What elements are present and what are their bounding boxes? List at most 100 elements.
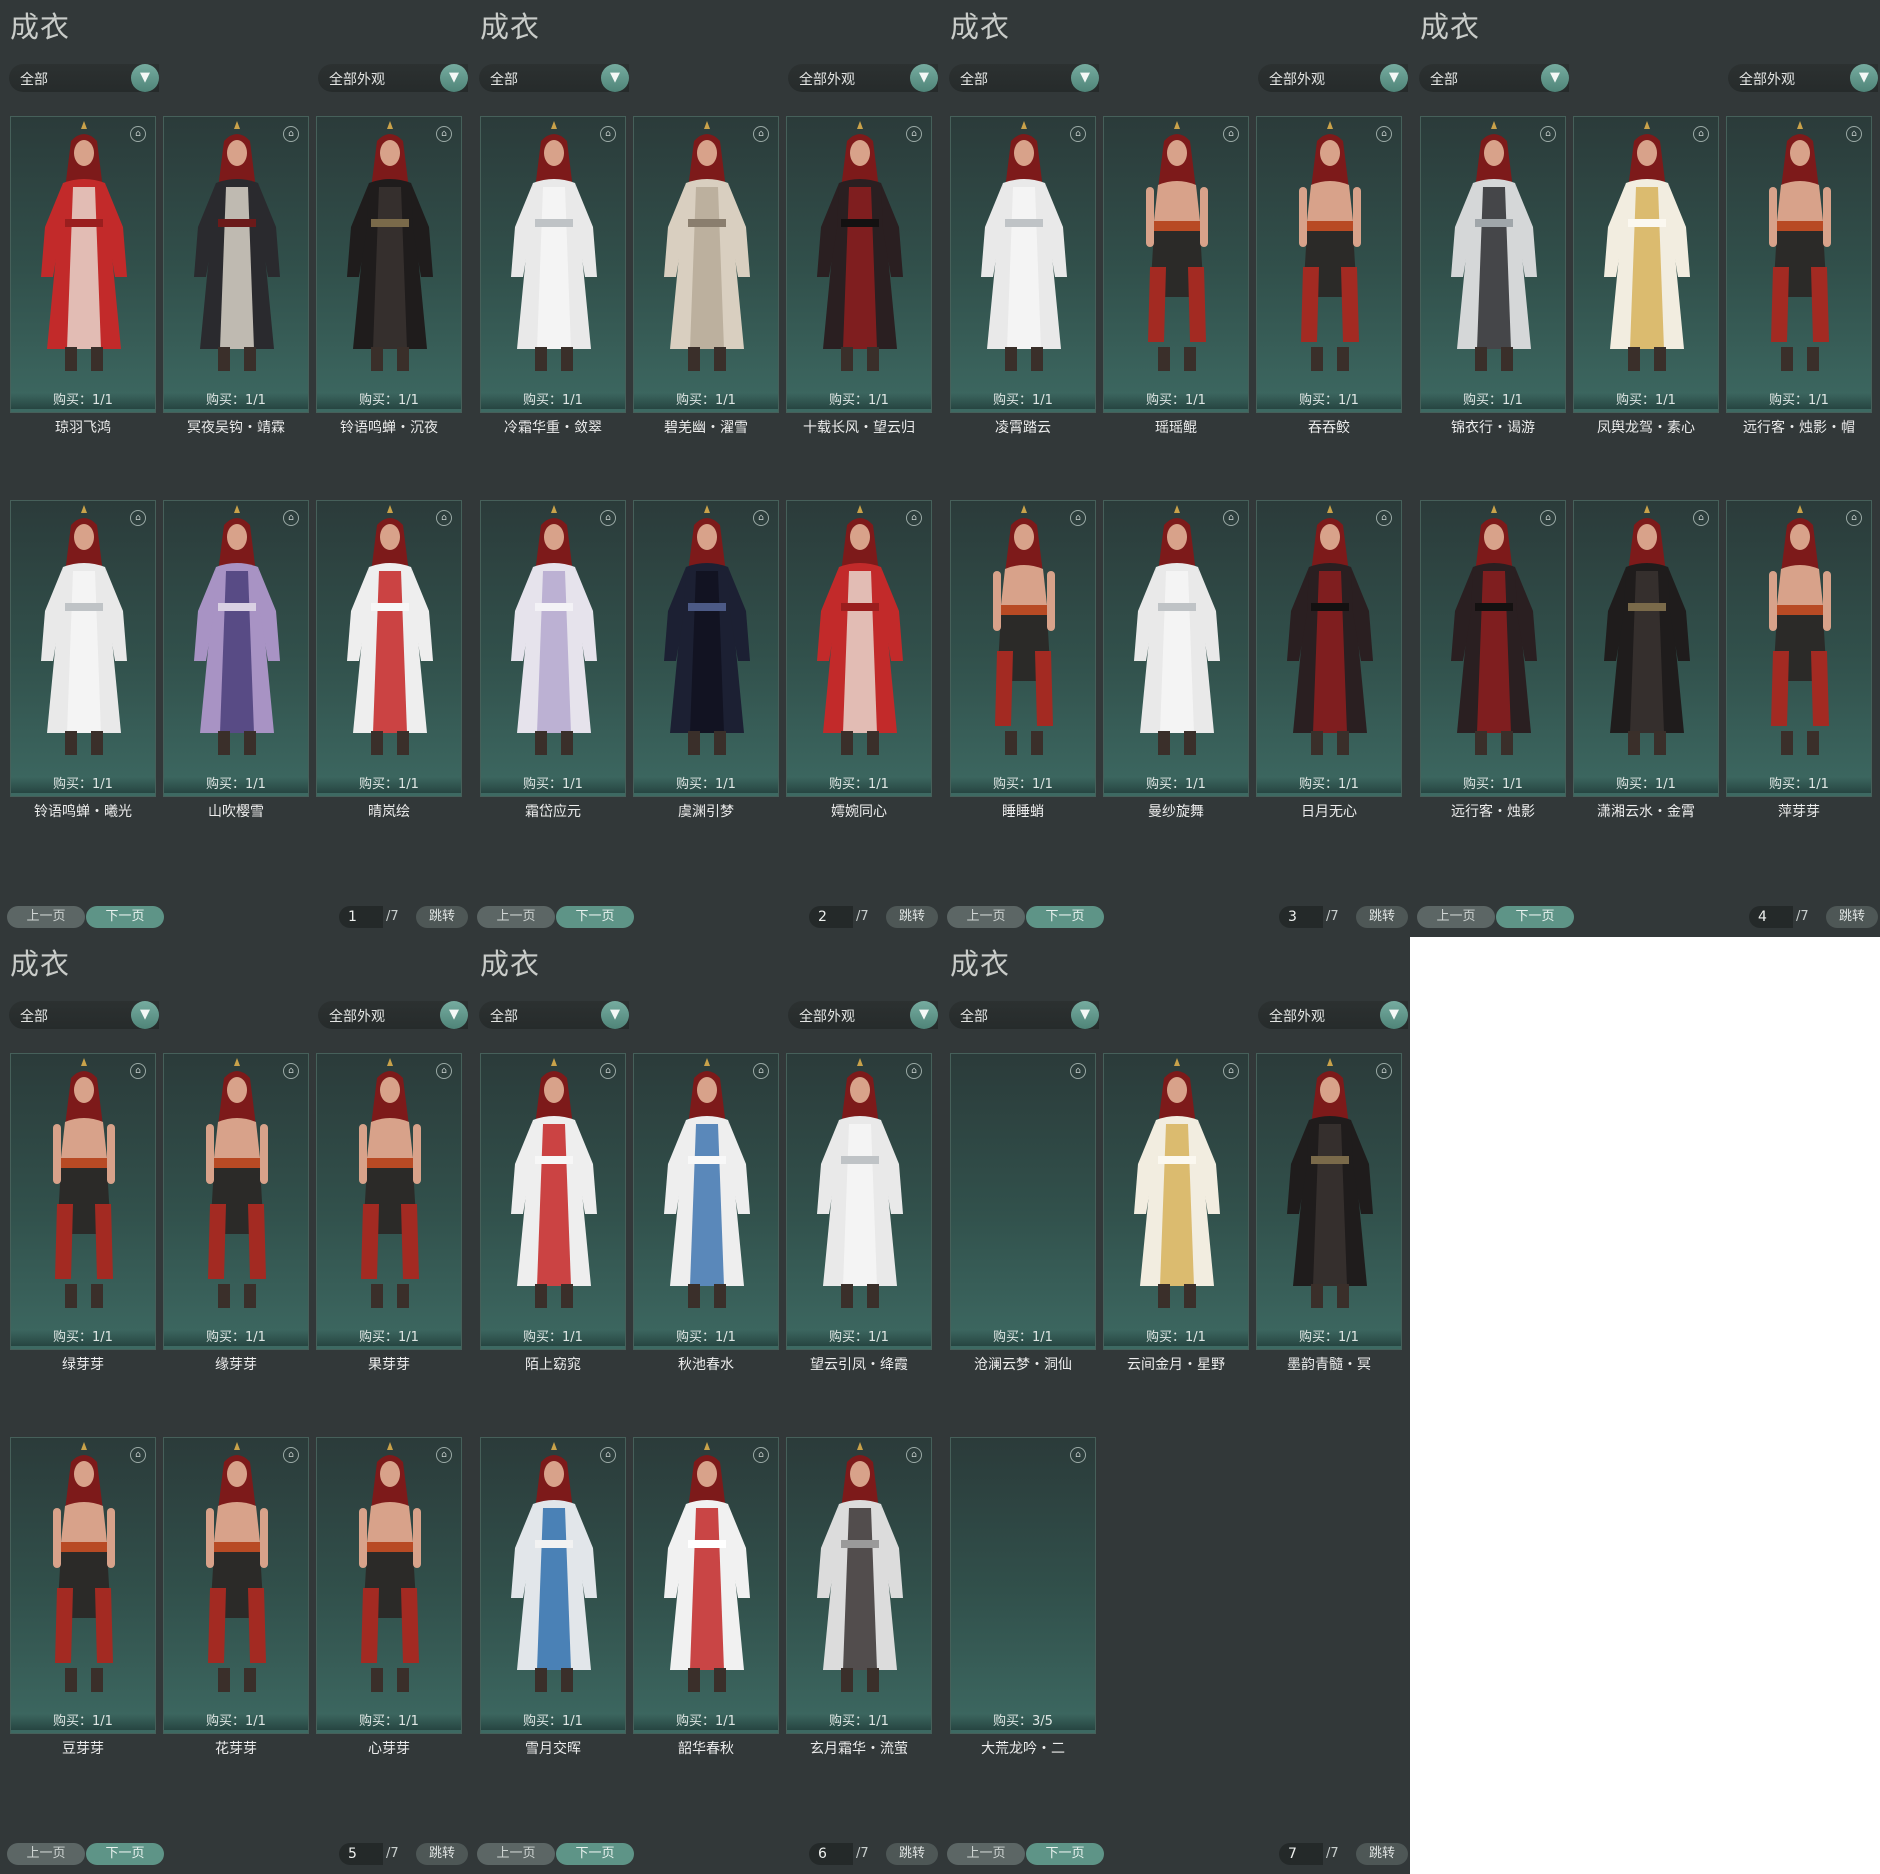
page-number-input[interactable]: 5 — [339, 1843, 383, 1865]
outfit-card[interactable]: ⌂ 购买：1/1 — [10, 1053, 156, 1350]
chevron-down-icon[interactable]: ▼ — [1071, 64, 1099, 92]
trash-icon[interactable]: ⌂ — [906, 126, 922, 142]
page-number-input[interactable]: 7 — [1279, 1843, 1323, 1865]
trash-icon[interactable]: ⌂ — [1540, 510, 1556, 526]
trash-icon[interactable]: ⌂ — [130, 1063, 146, 1079]
outfit-card[interactable]: ⌂ 购买：1/1 — [316, 1053, 462, 1350]
trash-icon[interactable]: ⌂ — [600, 1447, 616, 1463]
outfit-card[interactable]: ⌂ 购买：1/1 — [480, 1437, 626, 1734]
prev-page-button[interactable]: 上一页 — [947, 906, 1025, 928]
trash-icon[interactable]: ⌂ — [1223, 510, 1239, 526]
page-number-input[interactable]: 3 — [1279, 906, 1323, 928]
category-filter-dropdown[interactable]: 全部 ▼ — [9, 64, 159, 92]
appearance-filter-dropdown[interactable]: 全部外观 ▼ — [1258, 64, 1408, 92]
next-page-button[interactable]: 下一页 — [1026, 1843, 1104, 1865]
trash-icon[interactable]: ⌂ — [753, 1447, 769, 1463]
trash-icon[interactable]: ⌂ — [436, 510, 452, 526]
jump-button[interactable]: 跳转 — [886, 906, 938, 928]
trash-icon[interactable]: ⌂ — [1223, 1063, 1239, 1079]
outfit-card[interactable]: ⌂ 购买：1/1 — [1420, 116, 1566, 413]
trash-icon[interactable]: ⌂ — [906, 510, 922, 526]
chevron-down-icon[interactable]: ▼ — [601, 64, 629, 92]
trash-icon[interactable]: ⌂ — [1846, 510, 1862, 526]
trash-icon[interactable]: ⌂ — [753, 126, 769, 142]
outfit-card[interactable]: ⌂ 购买：1/1 — [163, 500, 309, 797]
trash-icon[interactable]: ⌂ — [753, 510, 769, 526]
outfit-card[interactable]: ⌂ 购买：1/1 — [786, 500, 932, 797]
page-number-input[interactable]: 4 — [1749, 906, 1793, 928]
trash-icon[interactable]: ⌂ — [1540, 126, 1556, 142]
jump-button[interactable]: 跳转 — [1826, 906, 1878, 928]
prev-page-button[interactable]: 上一页 — [477, 1843, 555, 1865]
trash-icon[interactable]: ⌂ — [130, 1447, 146, 1463]
trash-icon[interactable]: ⌂ — [283, 1447, 299, 1463]
outfit-card[interactable]: ⌂ 购买：1/1 — [786, 116, 932, 413]
outfit-card[interactable]: ⌂ 购买：1/1 — [786, 1437, 932, 1734]
outfit-card[interactable]: ⌂ 购买：1/1 — [1573, 500, 1719, 797]
jump-button[interactable]: 跳转 — [416, 906, 468, 928]
outfit-card[interactable]: ⌂ 购买：1/1 — [1103, 500, 1249, 797]
outfit-card[interactable]: ⌂ 购买：1/1 — [633, 1437, 779, 1734]
chevron-down-icon[interactable]: ▼ — [1380, 1001, 1408, 1029]
trash-icon[interactable]: ⌂ — [600, 126, 616, 142]
category-filter-dropdown[interactable]: 全部 ▼ — [479, 64, 629, 92]
outfit-card[interactable]: ⌂ 购买：1/1 — [1726, 500, 1872, 797]
outfit-card[interactable]: ⌂ 购买：1/1 — [1573, 116, 1719, 413]
prev-page-button[interactable]: 上一页 — [947, 1843, 1025, 1865]
appearance-filter-dropdown[interactable]: 全部外观 ▼ — [318, 64, 468, 92]
trash-icon[interactable]: ⌂ — [1693, 126, 1709, 142]
outfit-card[interactable]: ⌂ 购买：1/1 — [480, 500, 626, 797]
trash-icon[interactable]: ⌂ — [130, 510, 146, 526]
appearance-filter-dropdown[interactable]: 全部外观 ▼ — [788, 1001, 938, 1029]
category-filter-dropdown[interactable]: 全部 ▼ — [9, 1001, 159, 1029]
chevron-down-icon[interactable]: ▼ — [131, 1001, 159, 1029]
next-page-button[interactable]: 下一页 — [1496, 906, 1574, 928]
outfit-card[interactable]: ⌂ 购买：1/1 — [316, 1437, 462, 1734]
outfit-card[interactable]: ⌂ 购买：1/1 — [163, 116, 309, 413]
page-number-input[interactable]: 1 — [339, 906, 383, 928]
outfit-card[interactable]: ⌂ 购买：1/1 — [316, 116, 462, 413]
outfit-card[interactable]: ⌂ 购买：1/1 — [1103, 116, 1249, 413]
next-page-button[interactable]: 下一页 — [1026, 906, 1104, 928]
trash-icon[interactable]: ⌂ — [1376, 510, 1392, 526]
prev-page-button[interactable]: 上一页 — [477, 906, 555, 928]
next-page-button[interactable]: 下一页 — [556, 1843, 634, 1865]
outfit-card[interactable]: ⌂ 购买：1/1 — [163, 1053, 309, 1350]
trash-icon[interactable]: ⌂ — [906, 1063, 922, 1079]
trash-icon[interactable]: ⌂ — [1070, 1447, 1086, 1463]
outfit-card[interactable]: ⌂ 购买：1/1 — [1256, 500, 1402, 797]
trash-icon[interactable]: ⌂ — [283, 510, 299, 526]
chevron-down-icon[interactable]: ▼ — [1071, 1001, 1099, 1029]
prev-page-button[interactable]: 上一页 — [7, 906, 85, 928]
trash-icon[interactable]: ⌂ — [1070, 1063, 1086, 1079]
outfit-card[interactable]: ⌂ 购买：1/1 — [786, 1053, 932, 1350]
outfit-card[interactable]: ⌂ 购买：1/1 — [950, 1053, 1096, 1350]
trash-icon[interactable]: ⌂ — [1376, 1063, 1392, 1079]
trash-icon[interactable]: ⌂ — [436, 1447, 452, 1463]
outfit-card[interactable]: ⌂ 购买：3/5 — [950, 1437, 1096, 1734]
chevron-down-icon[interactable]: ▼ — [1850, 64, 1878, 92]
outfit-card[interactable]: ⌂ 购买：1/1 — [633, 1053, 779, 1350]
trash-icon[interactable]: ⌂ — [283, 126, 299, 142]
outfit-card[interactable]: ⌂ 购买：1/1 — [1256, 116, 1402, 413]
trash-icon[interactable]: ⌂ — [906, 1447, 922, 1463]
jump-button[interactable]: 跳转 — [886, 1843, 938, 1865]
outfit-card[interactable]: ⌂ 购买：1/1 — [163, 1437, 309, 1734]
trash-icon[interactable]: ⌂ — [436, 1063, 452, 1079]
outfit-card[interactable]: ⌂ 购买：1/1 — [1420, 500, 1566, 797]
outfit-card[interactable]: ⌂ 购买：1/1 — [480, 1053, 626, 1350]
category-filter-dropdown[interactable]: 全部 ▼ — [949, 64, 1099, 92]
chevron-down-icon[interactable]: ▼ — [440, 64, 468, 92]
jump-button[interactable]: 跳转 — [1356, 906, 1408, 928]
outfit-card[interactable]: ⌂ 购买：1/1 — [633, 116, 779, 413]
trash-icon[interactable]: ⌂ — [1223, 126, 1239, 142]
page-number-input[interactable]: 2 — [809, 906, 853, 928]
jump-button[interactable]: 跳转 — [416, 1843, 468, 1865]
appearance-filter-dropdown[interactable]: 全部外观 ▼ — [788, 64, 938, 92]
outfit-card[interactable]: ⌂ 购买：1/1 — [1103, 1053, 1249, 1350]
outfit-card[interactable]: ⌂ 购买：1/1 — [10, 1437, 156, 1734]
trash-icon[interactable]: ⌂ — [600, 510, 616, 526]
jump-button[interactable]: 跳转 — [1356, 1843, 1408, 1865]
chevron-down-icon[interactable]: ▼ — [1380, 64, 1408, 92]
trash-icon[interactable]: ⌂ — [600, 1063, 616, 1079]
